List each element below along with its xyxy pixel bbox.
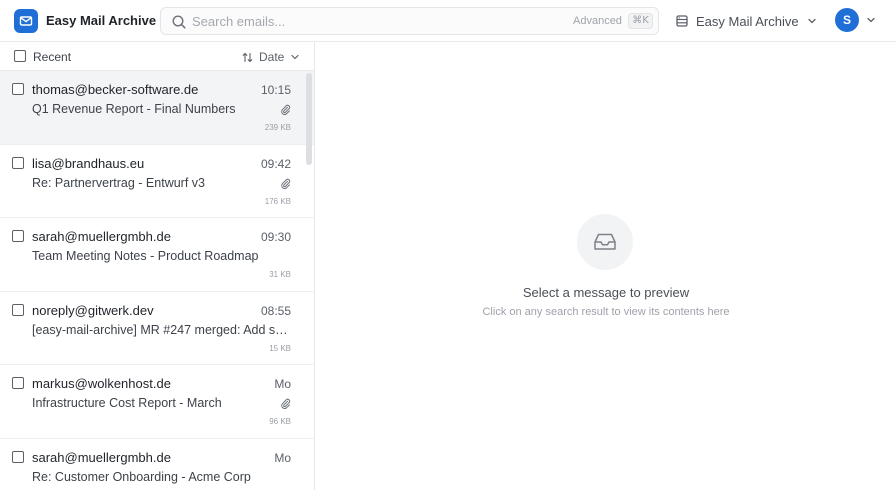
email-size: 239 KB <box>264 123 291 132</box>
recent-filter-label[interactable]: Recent <box>33 50 71 64</box>
archive-selector[interactable]: Easy Mail Archive <box>675 12 817 30</box>
email-sender: noreply@gitwerk.dev <box>32 302 154 318</box>
email-list-item[interactable]: thomas@becker-software.de 10:15 Q1 Revenue… <box>0 71 314 145</box>
email-select-checkbox[interactable] <box>12 83 24 95</box>
email-time: Mo <box>274 377 291 391</box>
email-time: 09:30 <box>260 230 291 244</box>
email-select-checkbox[interactable] <box>12 377 24 389</box>
email-select-checkbox[interactable] <box>12 450 24 463</box>
chevron-down-icon[interactable] <box>866 15 876 25</box>
advanced-search-link[interactable]: Advanced <box>573 15 622 27</box>
search-box[interactable]: Advanced ⌘K <box>160 7 659 35</box>
email-time: 10:15 <box>260 83 291 97</box>
email-list: thomas@becker-software.de 10:15 Q1 Revenue… <box>0 71 314 490</box>
email-sender: sarah@muellergmbh.de <box>32 449 171 465</box>
select-all-checkbox[interactable] <box>14 50 26 62</box>
keyboard-shortcut-badge: ⌘K <box>628 13 653 29</box>
email-list-item[interactable]: sarah@muellergmbh.de Mo Re: Customer Onboa… <box>0 438 314 490</box>
email-subject: Q1 Revenue Report - Final Numbers <box>32 102 236 116</box>
inbox-icon <box>577 214 633 270</box>
email-sender: markus@wolkenhost.de <box>32 376 171 391</box>
empty-state-subtitle: Click on any search result to view its c… <box>482 306 730 318</box>
email-list-item[interactable]: lisa@brandhaus.eu 09:42 Re: Partnervertrag… <box>0 144 314 218</box>
email-sender: thomas@becker-software.de <box>32 82 199 97</box>
search-input[interactable] <box>192 12 552 30</box>
email-subject: Team Meeting Notes - Product Roadmap <box>32 249 259 263</box>
email-size: 96 KB <box>269 417 291 426</box>
email-time: Mo <box>274 450 291 465</box>
chevron-down-icon <box>291 54 299 60</box>
email-select-checkbox[interactable] <box>12 303 24 316</box>
mail-icon[interactable] <box>14 9 38 33</box>
database-icon <box>676 15 688 27</box>
paperclip-icon <box>281 398 291 409</box>
list-scrollbar[interactable] <box>306 73 312 165</box>
preview-pane: Select a message to preview Click on any… <box>316 42 896 490</box>
empty-state-title: Select a message to preview <box>522 285 690 300</box>
email-subject: Re: Partnervertrag - Entwurf v3 <box>32 175 205 190</box>
email-list-panel: Recent Date thomas@becker-software.de 10:… <box>0 42 315 490</box>
email-size: 176 KB <box>264 196 291 206</box>
paperclip-icon <box>281 178 291 189</box>
sort-date-button[interactable]: Date <box>242 50 300 64</box>
email-list-item[interactable]: markus@wolkenhost.de Mo Infrastructure Cos… <box>0 365 314 439</box>
sort-arrows-icon <box>242 52 253 62</box>
email-subject: Infrastructure Cost Report - March <box>32 396 222 410</box>
email-time: 09:42 <box>260 156 291 171</box>
email-subject: Re: Customer Onboarding - Acme Corp <box>32 469 251 484</box>
chevron-down-icon <box>807 18 816 24</box>
email-sender: sarah@muellergmbh.de <box>32 229 171 244</box>
list-header: Recent Date <box>0 42 314 71</box>
sort-date-label: Date <box>259 50 285 64</box>
avatar[interactable]: S <box>835 8 859 32</box>
search-icon <box>172 15 186 29</box>
email-size: 31 KB <box>269 270 291 279</box>
email-select-checkbox[interactable] <box>12 156 24 169</box>
paperclip-icon <box>281 104 291 115</box>
email-list-item[interactable]: noreply@gitwerk.dev 08:55 [easy-mail-archi… <box>0 291 314 365</box>
email-select-checkbox[interactable] <box>12 230 24 242</box>
email-size: 15 KB <box>269 343 291 353</box>
top-bar: Easy Mail Archive Advanced ⌘K Easy Mail … <box>0 0 896 42</box>
archive-selector-label: Easy Mail Archive <box>696 13 799 29</box>
app-title: Easy Mail Archive <box>46 13 157 28</box>
email-list-item[interactable]: sarah@muellergmbh.de 09:30 Team Meeting No… <box>0 218 314 292</box>
email-subject: [easy-mail-archive] MR #247 merged: Add … <box>32 322 290 337</box>
email-time: 08:55 <box>260 303 291 318</box>
email-sender: lisa@brandhaus.eu <box>32 155 145 171</box>
